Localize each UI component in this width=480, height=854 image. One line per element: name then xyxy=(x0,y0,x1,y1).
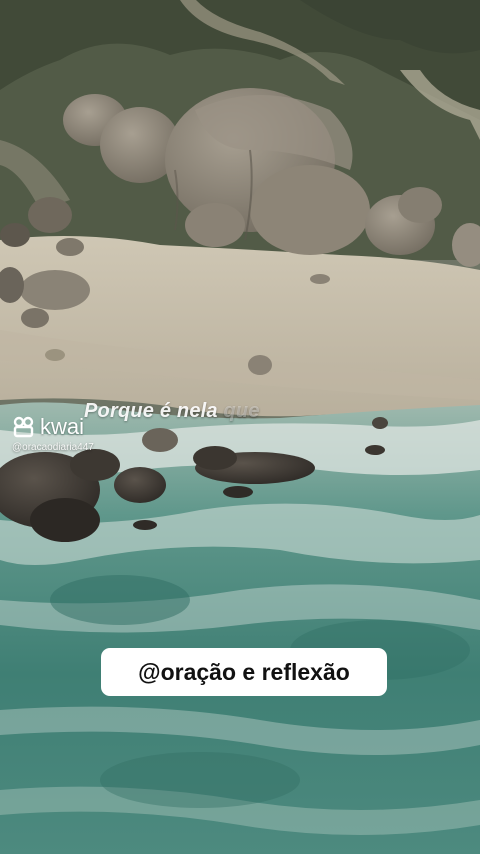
caption-text-fading: que xyxy=(223,400,260,422)
video-frame: Porque é nela que kwai @oracaodiaria447 … xyxy=(0,0,480,854)
hashtag-label: @oração e reflexão xyxy=(101,648,387,696)
kwai-watermark: kwai @oracaodiaria447 xyxy=(12,414,132,453)
watermark-brand: kwai xyxy=(40,414,85,439)
watermark-username: @oracaodiaria447 xyxy=(12,442,94,453)
kwai-logo-icon xyxy=(13,416,34,438)
